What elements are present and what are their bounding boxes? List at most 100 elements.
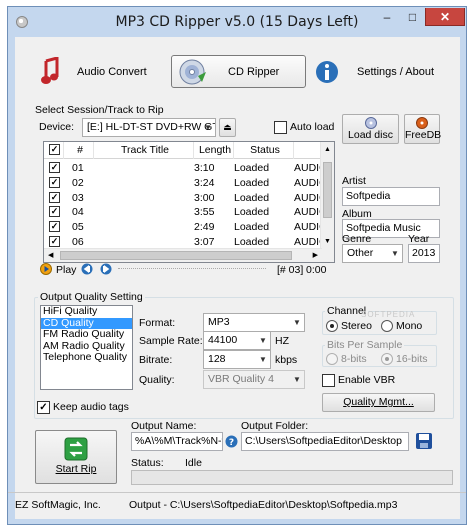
artist-input[interactable]: Softpedia <box>342 187 440 206</box>
output-name-input[interactable]: %A\%M\Track%N-%T <box>131 432 223 451</box>
app-window: MP3 CD Ripper v5.0 (15 Days Left) – □ ✕ … <box>7 6 467 525</box>
help-glyph: ? <box>229 438 234 448</box>
keep-audio-tags-checkbox[interactable]: ✓ <box>37 401 50 414</box>
header-length[interactable]: Length <box>194 142 234 159</box>
chevron-down-icon: ▼ <box>293 318 301 327</box>
track-checkbox[interactable]: ✓ <box>49 162 60 173</box>
sample-rate-value: 44100 <box>208 334 238 346</box>
mono-radio[interactable] <box>381 320 393 332</box>
freedb-label: FreeDB <box>405 129 442 141</box>
bits8-radio[interactable] <box>326 353 338 365</box>
track-checkbox[interactable]: ✓ <box>49 176 60 188</box>
minimize-button[interactable]: – <box>374 8 400 26</box>
stereo-radio[interactable] <box>326 320 338 332</box>
play-icon[interactable] <box>40 263 52 275</box>
load-disc-button[interactable]: Load disc <box>342 114 399 144</box>
scroll-right-icon[interactable]: ▶ <box>313 251 318 259</box>
track-fmt-cell: AUDIO <box>294 206 322 219</box>
header-check-col[interactable]: ✓ <box>44 142 64 159</box>
eject-button[interactable]: ⏏ <box>219 118 236 137</box>
track-fmt-cell: AUDIO <box>294 221 322 234</box>
select-all-checkbox[interactable]: ✓ <box>49 144 60 155</box>
preset-hifi[interactable]: HiFi Quality <box>41 305 132 318</box>
auto-load-checkbox[interactable] <box>274 121 287 134</box>
table-row[interactable]: ✓ 01 3:10 Loaded AUDIO <box>44 161 322 175</box>
track-checkbox[interactable]: ✓ <box>49 236 60 247</box>
bits16-radio[interactable] <box>381 353 393 365</box>
scroll-left-icon[interactable]: ◀ <box>48 251 53 259</box>
track-list-vscrollbar[interactable]: ▲ ▼ <box>320 142 334 262</box>
track-checkbox[interactable]: ✓ <box>49 191 60 203</box>
hscroll-thumb[interactable] <box>60 251 292 260</box>
sample-rate-select[interactable]: 44100 ▼ <box>203 331 271 350</box>
track-status-cell: Loaded <box>234 236 270 248</box>
quality-mgmt-button[interactable]: Quality Mgmt... <box>322 393 435 412</box>
statusbar-divider <box>8 492 466 493</box>
session-label: Select Session/Track to Rip <box>35 104 164 116</box>
track-length-cell: 3:10 <box>194 162 215 174</box>
table-row[interactable]: ✓ 06 3:07 Loaded AUDIO <box>44 235 322 249</box>
track-checkbox[interactable]: ✓ <box>49 221 60 233</box>
genre-value: Other <box>347 247 374 259</box>
bitrate-unit: kbps <box>275 354 298 366</box>
header-status[interactable]: Status <box>234 142 294 159</box>
disc-load-icon <box>364 117 377 129</box>
output-path-status: Output - C:\Users\SoftpediaEditor\Deskto… <box>129 499 398 511</box>
track-status-cell: Loaded <box>234 221 270 234</box>
track-list[interactable]: ✓ # Track Title Length Status ✓ 01 3:10 Loa… <box>43 141 335 263</box>
save-icon[interactable] <box>415 432 433 450</box>
vbr-quality-select[interactable]: VBR Quality 4 ▼ <box>203 370 305 389</box>
track-list-hscrollbar[interactable]: ◀ ▶ <box>44 248 322 262</box>
title-bar: MP3 CD Ripper v5.0 (15 Days Left) – □ ✕ <box>8 7 466 37</box>
year-input[interactable]: 2013 <box>408 244 440 263</box>
seek-slider[interactable] <box>118 268 266 269</box>
audio-convert-button[interactable]: Audio Convert <box>39 55 159 88</box>
device-select[interactable]: [E:] HL-DT-ST DVD+RW GT6 ▼ <box>82 118 216 137</box>
vscroll-thumb[interactable] <box>323 162 332 218</box>
quality-preset-list[interactable]: HiFi Quality CD Quality FM Radio Quality… <box>40 305 133 390</box>
close-button[interactable]: ✕ <box>425 8 465 26</box>
preset-fm[interactable]: FM Radio Quality <box>41 328 132 341</box>
scroll-up-icon[interactable]: ▲ <box>324 146 331 153</box>
help-icon[interactable]: ? <box>225 435 238 448</box>
table-row[interactable]: ✓ 03 3:00 Loaded AUDIO <box>44 191 322 205</box>
play-label[interactable]: Play <box>56 264 76 276</box>
enable-vbr-label: Enable VBR <box>338 374 396 386</box>
header-number[interactable]: # <box>64 142 94 159</box>
settings-about-button[interactable]: Settings / About <box>315 55 455 88</box>
maximize-button[interactable]: □ <box>400 8 425 26</box>
cd-ripper-label: CD Ripper <box>228 65 280 78</box>
track-fmt-cell: AUDIO <box>294 176 322 189</box>
enable-vbr-checkbox[interactable] <box>322 374 335 387</box>
device-label: Device: <box>39 121 75 133</box>
chevron-down-icon: ▼ <box>259 355 267 364</box>
chevron-down-icon: ▼ <box>259 336 267 345</box>
cd-ripper-button[interactable]: CD Ripper <box>171 55 306 88</box>
start-rip-button[interactable]: Start Rip <box>35 430 117 484</box>
bitrate-select[interactable]: 128 ▼ <box>203 350 271 369</box>
watermark-text: SOFTPEDIA <box>361 310 416 319</box>
previous-track-icon[interactable] <box>81 263 93 275</box>
cd-disc-icon <box>179 59 206 84</box>
scroll-down-icon[interactable]: ▼ <box>324 238 331 245</box>
header-track-title[interactable]: Track Title <box>94 142 194 159</box>
table-row[interactable]: ✓ 05 2:49 Loaded AUDIO <box>44 220 322 234</box>
table-row[interactable]: ✓ 04 3:55 Loaded AUDIO <box>44 205 322 219</box>
track-num-cell: 04 <box>72 206 84 219</box>
status-label: Status: <box>131 457 164 469</box>
freedb-button[interactable]: FreeDB <box>404 114 442 144</box>
preset-telephone[interactable]: Telephone Quality <box>41 351 132 364</box>
track-fmt-cell: AUDIO <box>294 162 322 174</box>
track-checkbox[interactable]: ✓ <box>49 206 60 218</box>
track-status-cell: Loaded <box>234 206 270 219</box>
genre-select[interactable]: Other ▼ <box>342 244 403 263</box>
table-row[interactable]: ✓ 02 3:24 Loaded AUDIO <box>44 176 322 190</box>
freedb-icon <box>416 117 428 129</box>
header-format[interactable] <box>294 142 322 159</box>
format-select[interactable]: MP3 ▼ <box>203 313 305 332</box>
output-folder-input[interactable]: C:\Users\SoftpediaEditor\Desktop <box>241 432 409 451</box>
format-value: MP3 <box>208 316 230 328</box>
stereo-label: Stereo <box>341 320 372 332</box>
next-track-icon[interactable] <box>100 263 112 275</box>
track-fmt-cell: AUDIO <box>294 191 322 204</box>
